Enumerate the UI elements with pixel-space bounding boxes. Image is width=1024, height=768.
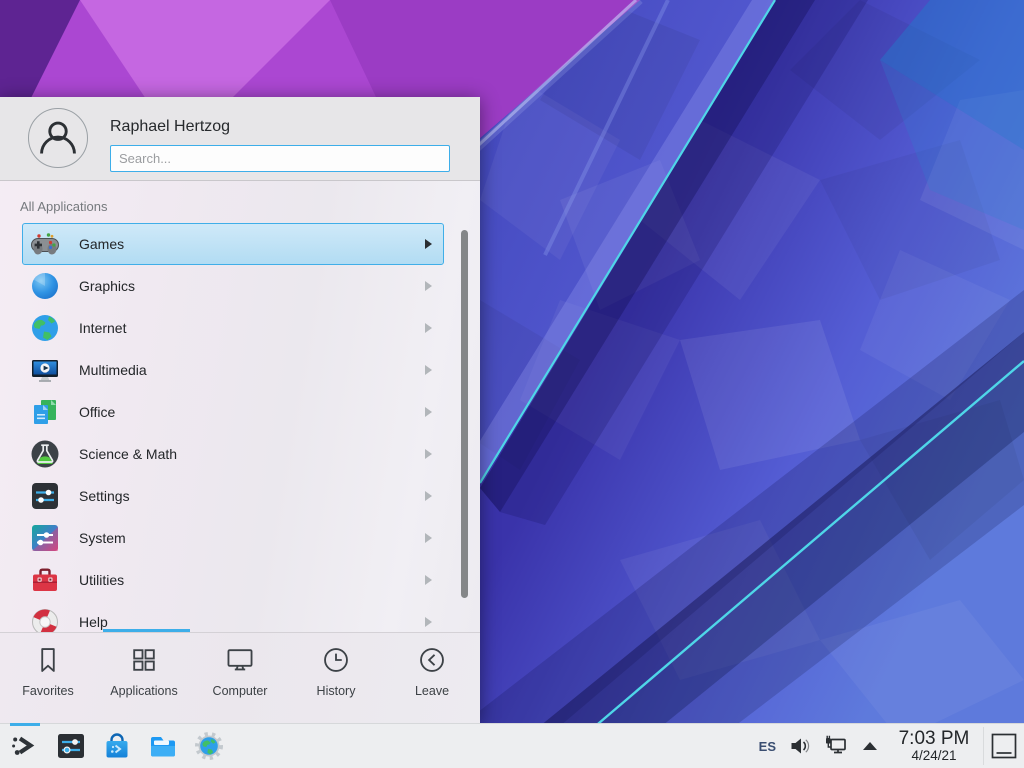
internet-icon [29, 312, 61, 344]
utilities-icon [29, 564, 61, 596]
digital-clock[interactable]: 7:03 PM 4/24/21 [893, 729, 975, 763]
application-category-list: Games Graphics Internet [0, 222, 480, 632]
tab-label: Computer [213, 684, 268, 698]
keyboard-layout-indicator[interactable]: ES [759, 739, 776, 754]
submenu-arrow-icon [425, 239, 432, 249]
help-icon [29, 606, 61, 632]
system-settings-icon [55, 730, 87, 762]
category-label: Utilities [79, 572, 124, 588]
tab-computer[interactable]: Computer [192, 633, 288, 723]
search-input[interactable] [110, 145, 450, 172]
category-label: Help [79, 614, 108, 630]
category-label: Games [79, 236, 124, 252]
category-label: Science & Math [79, 446, 177, 462]
multimedia-icon [29, 354, 61, 386]
tab-label: Favorites [22, 684, 73, 698]
user-name: Raphael Hertzog [110, 118, 230, 136]
tab-leave[interactable]: Leave [384, 633, 480, 723]
category-internet[interactable]: Internet [22, 307, 444, 349]
category-graphics[interactable]: Graphics [22, 265, 444, 307]
clock-date: 4/24/21 [893, 749, 975, 763]
category-label: Settings [79, 488, 130, 504]
category-label: Graphics [79, 278, 135, 294]
submenu-arrow-icon [425, 407, 432, 417]
tab-applications[interactable]: Applications [96, 633, 192, 723]
category-science-math[interactable]: Science & Math [22, 433, 444, 475]
taskbar-app-icons [0, 729, 226, 763]
system-tray: ES [759, 735, 879, 757]
submenu-arrow-icon [425, 575, 432, 585]
category-multimedia[interactable]: Multimedia [22, 349, 444, 391]
science-icon [29, 438, 61, 470]
category-label: Internet [79, 320, 126, 336]
tab-label: Leave [415, 684, 449, 698]
games-icon [29, 228, 61, 260]
bookmark-icon [33, 645, 63, 675]
launcher-tab-bar: Favorites Applications Computer History [0, 632, 480, 723]
volume-icon[interactable] [789, 736, 811, 756]
folder-icon [147, 730, 179, 762]
breadcrumb-all-applications: All Applications [20, 199, 107, 214]
graphics-icon [29, 270, 61, 302]
expand-tray-chevron-up-icon[interactable] [861, 740, 879, 752]
network-icon[interactable] [824, 735, 848, 757]
category-label: Multimedia [79, 362, 147, 378]
settings-icon [29, 480, 61, 512]
discover-button[interactable] [100, 729, 134, 763]
submenu-arrow-icon [425, 533, 432, 543]
category-label: System [79, 530, 126, 546]
kde-launcher-icon [9, 730, 41, 762]
clock-time: 7:03 PM [893, 729, 975, 749]
category-office[interactable]: Office [22, 391, 444, 433]
file-manager-button[interactable] [146, 729, 180, 763]
application-launcher-menu: Raphael Hertzog All Applications Games [0, 97, 480, 723]
office-icon [29, 396, 61, 428]
submenu-arrow-icon [425, 281, 432, 291]
category-utilities[interactable]: Utilities [22, 559, 444, 601]
category-games[interactable]: Games [22, 223, 444, 265]
submenu-arrow-icon [425, 491, 432, 501]
category-help[interactable]: Help [22, 601, 444, 632]
submenu-arrow-icon [425, 449, 432, 459]
tab-history[interactable]: History [288, 633, 384, 723]
system-icon [29, 522, 61, 554]
category-system[interactable]: System [22, 517, 444, 559]
list-scrollbar[interactable] [461, 230, 468, 598]
app-grid-icon [129, 645, 159, 675]
application-launcher-button[interactable] [8, 729, 42, 763]
web-browser-button[interactable] [192, 729, 226, 763]
tab-label: Applications [110, 684, 177, 698]
submenu-arrow-icon [425, 617, 432, 627]
show-desktop-button[interactable] [984, 724, 1024, 768]
leave-icon [417, 645, 447, 675]
tab-favorites[interactable]: Favorites [0, 633, 96, 723]
show-desktop-icon [990, 732, 1018, 760]
launcher-active-indicator [10, 723, 40, 726]
submenu-arrow-icon [425, 365, 432, 375]
launcher-header: Raphael Hertzog [0, 97, 480, 181]
submenu-arrow-icon [425, 323, 432, 333]
monitor-icon [225, 645, 255, 675]
system-settings-button[interactable] [54, 729, 88, 763]
taskbar-panel: ES 7:03 PM 4/24/21 [0, 723, 1024, 768]
discover-icon [101, 730, 133, 762]
clock-icon [321, 645, 351, 675]
tab-label: History [317, 684, 356, 698]
globe-gear-icon [193, 730, 225, 762]
category-settings[interactable]: Settings [22, 475, 444, 517]
category-label: Office [79, 404, 115, 420]
user-avatar-icon[interactable] [28, 108, 88, 168]
